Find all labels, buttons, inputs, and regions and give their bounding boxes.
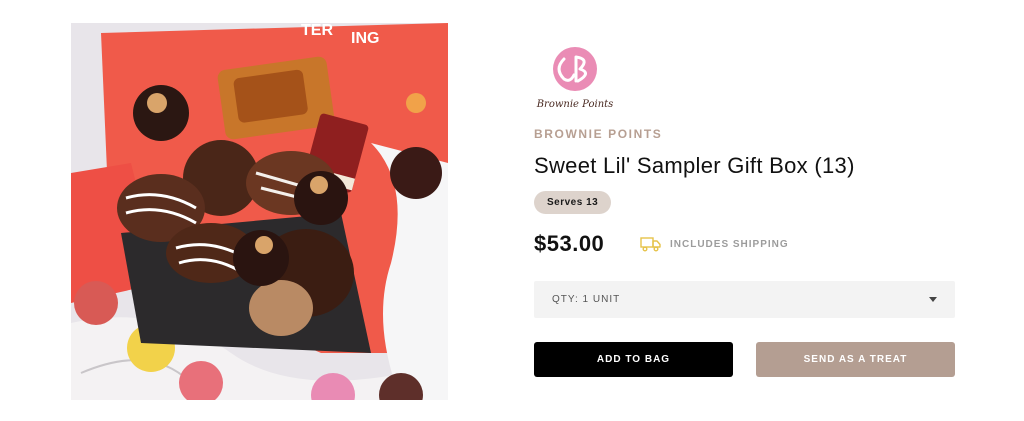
- product-price: $53.00: [534, 231, 605, 256]
- shipping-label: INCLUDES SHIPPING: [670, 238, 789, 250]
- add-to-bag-button[interactable]: ADD TO BAG: [534, 342, 733, 377]
- chevron-down-icon: [929, 297, 937, 302]
- quantity-selected-value: QTY: 1 UNIT: [552, 294, 621, 305]
- svg-text:ING: ING: [351, 30, 379, 47]
- svg-text:TER: TER: [301, 23, 333, 39]
- quantity-select[interactable]: QTY: 1 UNIT: [534, 281, 955, 318]
- product-title: Sweet Lil' Sampler Gift Box (13): [534, 153, 855, 178]
- shipping-info: INCLUDES SHIPPING: [640, 234, 789, 254]
- svg-text:Brownie Points: Brownie Points: [536, 99, 614, 110]
- product-image[interactable]: TER ING: [71, 23, 448, 400]
- serves-badge: Serves 13: [534, 191, 612, 214]
- brownie-points-logo[interactable]: Brownie Points: [534, 45, 616, 111]
- send-as-treat-button[interactable]: SEND AS A TREAT: [756, 342, 955, 377]
- truck-icon: [640, 236, 662, 252]
- brand-name[interactable]: BROWNIE POINTS: [534, 127, 662, 141]
